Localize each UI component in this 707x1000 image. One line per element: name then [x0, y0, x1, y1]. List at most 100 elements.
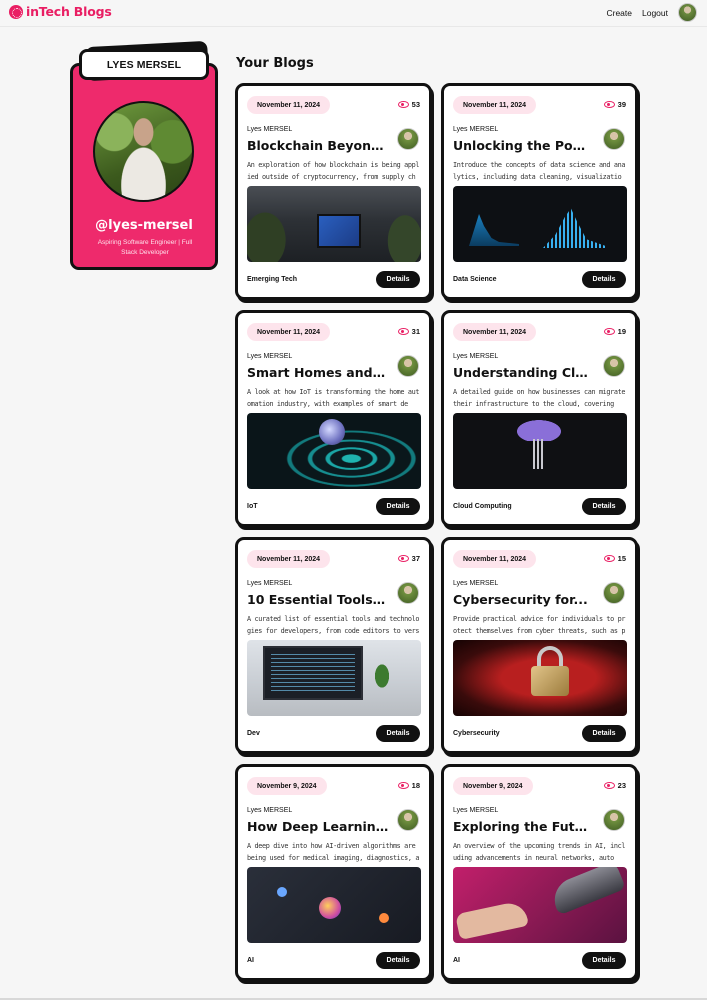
- section-title: Your Blogs: [236, 56, 314, 71]
- views-count: 19: [603, 327, 626, 336]
- date-badge: November 11, 2024: [247, 550, 331, 568]
- blog-cover-image: [453, 413, 627, 489]
- views-count: 18: [397, 781, 420, 790]
- profile-bio: Aspiring Software Engineer | Full Stack …: [97, 239, 193, 256]
- profile-photo: [93, 101, 194, 202]
- blog-title[interactable]: How Deep Learning is...: [247, 819, 389, 834]
- brand-home-link[interactable]: inTech Blogs: [9, 4, 112, 19]
- author-name: Lyes MERSEL: [247, 580, 293, 587]
- author-avatar: [603, 809, 625, 831]
- author-name: Lyes MERSEL: [453, 580, 499, 587]
- author-name: Lyes MERSEL: [453, 807, 499, 814]
- author-name: Lyes MERSEL: [247, 353, 293, 360]
- details-button[interactable]: Details: [582, 271, 626, 288]
- blog-category: Cloud Computing: [453, 503, 512, 510]
- blog-title[interactable]: Smart Homes and the...: [247, 365, 389, 380]
- blog-card[interactable]: November 11, 2024 19 Lyes MERSEL Underst…: [441, 310, 638, 527]
- date-badge: November 11, 2024: [453, 96, 537, 114]
- blog-description: An exploration of how blockchain is bein…: [247, 161, 420, 181]
- date-badge: November 11, 2024: [453, 323, 537, 341]
- date-badge: November 11, 2024: [453, 550, 537, 568]
- views-count: 53: [397, 100, 420, 109]
- author-avatar: [397, 809, 419, 831]
- views-count: 15: [603, 554, 626, 563]
- details-button[interactable]: Details: [582, 725, 626, 742]
- blog-description: A look at how IoT is transforming the ho…: [247, 388, 420, 408]
- views-value: 19: [617, 327, 626, 336]
- date-badge: November 9, 2024: [247, 777, 327, 795]
- eye-icon: [603, 101, 615, 108]
- blog-category: Data Science: [453, 276, 497, 283]
- blog-cover-image: [453, 640, 627, 716]
- date-badge: November 11, 2024: [247, 96, 331, 114]
- eye-icon: [603, 782, 615, 789]
- details-button[interactable]: Details: [376, 271, 420, 288]
- views-value: 15: [617, 554, 626, 563]
- blog-card[interactable]: November 11, 2024 39 Lyes MERSEL Unlocki…: [441, 83, 638, 300]
- blog-cover-image: [247, 186, 421, 262]
- blog-cover-image: [247, 413, 421, 489]
- blog-cover-image: [453, 186, 627, 262]
- blog-description: A curated list of essential tools and te…: [247, 615, 420, 635]
- blog-card[interactable]: November 9, 2024 18 Lyes MERSEL How Deep…: [235, 764, 432, 981]
- profile-name-tab: LYES MERSEL: [79, 49, 209, 80]
- author-name: Lyes MERSEL: [247, 126, 293, 133]
- brand-logo-icon: [9, 4, 23, 19]
- blog-category: IoT: [247, 503, 258, 510]
- blog-card[interactable]: November 11, 2024 37 Lyes MERSEL 10 Esse…: [235, 537, 432, 754]
- create-link[interactable]: Create: [606, 8, 632, 18]
- nav-links: Create Logout: [606, 3, 697, 22]
- details-button[interactable]: Details: [376, 952, 420, 969]
- blog-title[interactable]: Unlocking the Power ...: [453, 138, 595, 153]
- date-badge: November 11, 2024: [247, 323, 331, 341]
- details-button[interactable]: Details: [376, 498, 420, 515]
- blog-category: Cybersecurity: [453, 730, 500, 737]
- blog-card[interactable]: November 11, 2024 53 Lyes MERSEL Blockch…: [235, 83, 432, 300]
- eye-icon: [603, 328, 615, 335]
- views-value: 31: [411, 327, 420, 336]
- blog-cover-image: [247, 640, 421, 716]
- blog-card[interactable]: November 9, 2024 23 Lyes MERSEL Explorin…: [441, 764, 638, 981]
- author-avatar: [397, 355, 419, 377]
- blog-category: Dev: [247, 730, 260, 737]
- blog-title[interactable]: Understanding Cloud...: [453, 365, 595, 380]
- blog-grid: November 11, 2024 53 Lyes MERSEL Blockch…: [235, 83, 638, 981]
- profile-handle: @lyes-mersel: [95, 218, 193, 233]
- blog-title[interactable]: Blockchain Beyond...: [247, 138, 389, 153]
- author-name: Lyes MERSEL: [247, 807, 293, 814]
- brand-name: inTech Blogs: [26, 4, 112, 19]
- logout-link[interactable]: Logout: [642, 8, 668, 18]
- blog-title[interactable]: 10 Essential Tools Eve...: [247, 592, 389, 607]
- details-button[interactable]: Details: [582, 498, 626, 515]
- blog-card[interactable]: November 11, 2024 31 Lyes MERSEL Smart H…: [235, 310, 432, 527]
- blog-category: AI: [247, 957, 254, 964]
- blog-title[interactable]: Exploring the Future ...: [453, 819, 595, 834]
- blog-category: AI: [453, 957, 460, 964]
- blog-description: An overview of the upcoming trends in AI…: [453, 842, 626, 862]
- eye-icon: [397, 328, 409, 335]
- date-badge: November 9, 2024: [453, 777, 533, 795]
- views-value: 23: [617, 781, 626, 790]
- eye-icon: [397, 101, 409, 108]
- author-avatar: [603, 355, 625, 377]
- views-count: 31: [397, 327, 420, 336]
- blog-description: Introduce the concepts of data science a…: [453, 161, 626, 181]
- views-value: 18: [411, 781, 420, 790]
- blog-cover-image: [453, 867, 627, 943]
- details-button[interactable]: Details: [376, 725, 420, 742]
- eye-icon: [397, 555, 409, 562]
- blog-cover-image: [247, 867, 421, 943]
- blog-title[interactable]: Cybersecurity for...: [453, 592, 595, 607]
- author-name: Lyes MERSEL: [453, 353, 499, 360]
- author-avatar: [603, 582, 625, 604]
- profile-name: LYES MERSEL: [106, 58, 182, 71]
- top-navbar: inTech Blogs Create Logout: [0, 0, 707, 27]
- author-avatar: [603, 128, 625, 150]
- user-avatar[interactable]: [678, 3, 697, 22]
- author-avatar: [397, 582, 419, 604]
- blog-description: A detailed guide on how businesses can m…: [453, 388, 626, 408]
- details-button[interactable]: Details: [582, 952, 626, 969]
- views-value: 39: [617, 100, 626, 109]
- blog-description: Provide practical advice for individuals…: [453, 615, 626, 635]
- blog-card[interactable]: November 11, 2024 15 Lyes MERSEL Cyberse…: [441, 537, 638, 754]
